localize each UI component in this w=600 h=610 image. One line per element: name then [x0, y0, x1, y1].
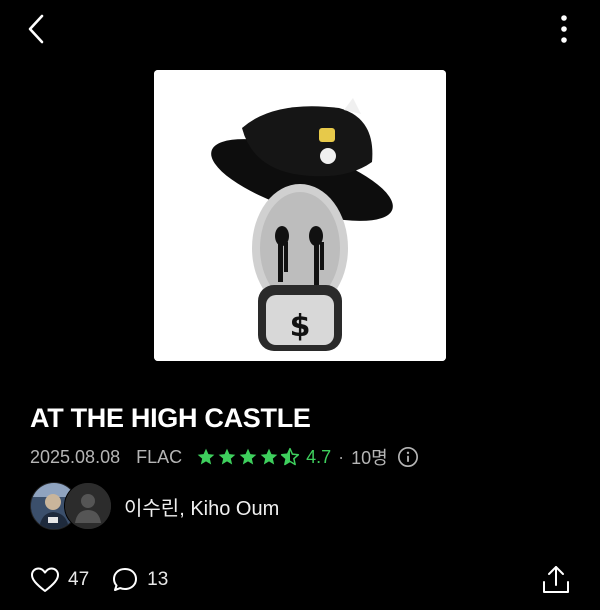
like-count: 47 — [68, 569, 90, 590]
comment-button[interactable]: 13 — [111, 566, 168, 594]
release-date: 2025.08.08 — [30, 446, 121, 467]
share-icon — [543, 566, 569, 593]
artist-avatar[interactable] — [64, 482, 112, 530]
chevron-left-icon — [28, 14, 44, 44]
actions-row: 47 13 — [30, 564, 168, 596]
rating-count: 10명 — [351, 448, 388, 468]
comment-count: 13 — [147, 569, 169, 590]
artist-names[interactable]: 이수린, Kiho Oum — [124, 492, 279, 521]
audio-format: FLAC — [136, 446, 183, 467]
artists-row: 이수린, Kiho Oum — [30, 482, 279, 530]
album-meta: 2025.08.08 FLAC 4.7 · 10명 — [30, 445, 419, 469]
comment-icon — [113, 568, 138, 591]
star-rating[interactable] — [196, 447, 300, 467]
more-vertical-icon — [561, 15, 567, 43]
album-title: AT THE HIGH CASTLE — [30, 403, 311, 433]
svg-text:$: $ — [290, 309, 311, 344]
separator: · — [338, 446, 345, 467]
like-button[interactable]: 47 — [30, 566, 89, 594]
rating-value: 4.7 — [306, 446, 332, 467]
default-user-icon — [65, 483, 111, 529]
share-button[interactable] — [540, 564, 572, 596]
more-options-button[interactable] — [548, 12, 580, 46]
album-cover[interactable]: $ — [154, 70, 446, 361]
album-cover-art: $ — [154, 70, 446, 361]
artist-avatars — [30, 482, 112, 530]
star-icon — [260, 448, 278, 465]
star-icon — [218, 448, 236, 465]
half-star-icon — [281, 447, 300, 466]
star-icon — [239, 448, 257, 465]
heart-icon — [31, 567, 59, 592]
star-icon — [197, 448, 215, 465]
top-bar — [0, 0, 600, 58]
info-icon — [397, 447, 418, 467]
back-button[interactable] — [22, 12, 54, 46]
info-button[interactable] — [397, 446, 419, 468]
